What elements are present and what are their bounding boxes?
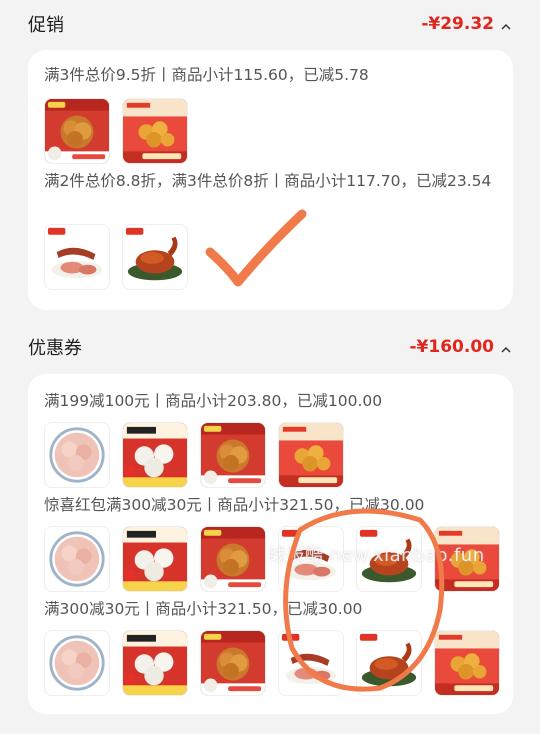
promo-card: 满3件总价9.5折丨商品小计115.60，已减5.78 满2件总价8.8折，满3… — [28, 50, 513, 310]
promo-rule-1: 满3件总价9.5折丨商品小计115.60，已减5.78 — [44, 66, 369, 84]
coupon-group-3-items — [44, 630, 500, 696]
coupon-rule-3: 满300减30元丨商品小计321.50，已减30.00 — [44, 600, 363, 618]
promo-group-2-items — [44, 224, 188, 290]
coupon-rule-1: 满199减100元丨商品小计203.80，已减100.00 — [44, 392, 383, 410]
coupon-group-1-items — [44, 422, 344, 488]
product-thumbnail[interactable] — [200, 422, 266, 488]
coupon-section-title: 优惠券 — [28, 338, 82, 359]
product-thumbnail[interactable] — [278, 422, 344, 488]
product-thumbnail[interactable] — [434, 630, 500, 696]
product-thumbnail[interactable] — [122, 630, 188, 696]
product-thumbnail[interactable] — [44, 224, 110, 290]
chevron-up-icon[interactable] — [500, 341, 512, 353]
product-thumbnail[interactable] — [356, 630, 422, 696]
product-thumbnail[interactable] — [44, 422, 110, 488]
chevron-up-icon[interactable] — [500, 18, 512, 30]
product-thumbnail[interactable] — [122, 422, 188, 488]
product-thumbnail[interactable] — [278, 630, 344, 696]
coupon-amount-value: -¥160.00 — [409, 337, 495, 357]
product-thumbnail[interactable] — [44, 526, 110, 592]
product-thumbnail[interactable] — [200, 630, 266, 696]
product-thumbnail[interactable] — [122, 224, 188, 290]
product-thumbnail[interactable] — [44, 98, 110, 164]
promo-amount-value: -¥29.32 — [421, 14, 494, 34]
promo-group-1-items — [44, 98, 188, 164]
promo-section-title: 促销 — [28, 15, 64, 36]
product-thumbnail[interactable] — [200, 526, 266, 592]
promo-section-header[interactable]: 促销 -¥29.32 — [28, 4, 512, 44]
product-thumbnail[interactable] — [44, 630, 110, 696]
product-thumbnail[interactable] — [122, 98, 188, 164]
coupon-section-header[interactable]: 优惠券 -¥160.00 — [28, 327, 512, 367]
coupon-rule-2: 惊喜红包满300减30元丨商品小计321.50，已减30.00 — [44, 496, 425, 514]
promo-rule-2: 满2件总价8.8折，满3件总价8折丨商品小计117.70，已减23.54 — [44, 172, 492, 190]
promo-discount-amount[interactable]: -¥29.32 — [421, 14, 512, 34]
product-thumbnail[interactable] — [122, 526, 188, 592]
coupon-discount-amount[interactable]: -¥160.00 — [410, 337, 513, 357]
watermark-text: 线报酷 new.xianbao.fun — [268, 545, 485, 566]
